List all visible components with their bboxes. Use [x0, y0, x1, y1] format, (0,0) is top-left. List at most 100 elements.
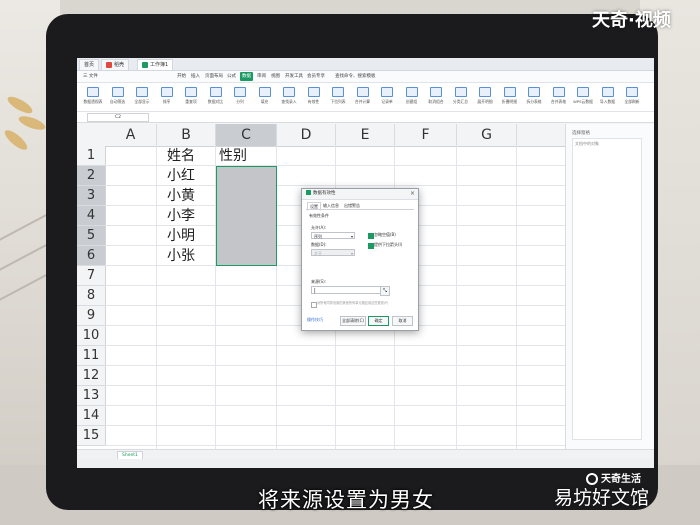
row-header[interactable]: 15	[77, 426, 106, 446]
ribbon-button[interactable]: 填充	[253, 86, 277, 108]
ribbon-button[interactable]: WPS云数据	[571, 86, 595, 108]
ribbon-button[interactable]: 拆分表格	[522, 86, 546, 108]
cell-c1[interactable]: 性别	[219, 146, 247, 166]
ribbon-tab-home[interactable]: 开始	[177, 72, 186, 81]
row-header[interactable]: 7	[77, 266, 106, 286]
ribbon-tab-insert[interactable]: 插入	[191, 72, 200, 81]
ribbon-button[interactable]: 展开明细	[473, 86, 497, 108]
cell-name[interactable]: 小红	[167, 166, 195, 186]
ribbon-button[interactable]: 导入数据	[596, 86, 620, 108]
ribbon-button[interactable]: 下拉列表	[326, 86, 350, 108]
ribbon-tab-formula[interactable]: 公式	[227, 72, 236, 81]
ribbon-tab-file[interactable]: 三 文件	[83, 72, 98, 81]
ribbon-button-icon	[601, 87, 614, 97]
tab-docer[interactable]: 稻壳	[101, 59, 130, 70]
ribbon-button[interactable]: 取消组合	[424, 86, 448, 108]
column-header-f[interactable]: F	[395, 124, 457, 147]
ribbon-button-icon	[503, 87, 516, 97]
tab-input-message[interactable]: 输入信息	[321, 202, 341, 209]
column-header-a[interactable]: A	[105, 124, 157, 147]
column-header-e[interactable]: E	[336, 124, 395, 147]
source-input[interactable]: |	[311, 286, 381, 294]
row-header[interactable]: 4	[77, 206, 106, 226]
ribbon-button-icon	[209, 87, 222, 97]
ok-button[interactable]: 确定	[368, 316, 389, 326]
ribbon-button[interactable]: 合并计算	[351, 86, 375, 108]
ribbon-button[interactable]: 分列	[228, 86, 252, 108]
tab-error-alert[interactable]: 出错警告	[342, 202, 362, 209]
column-header-c[interactable]: C	[216, 124, 277, 147]
row-header[interactable]: 11	[77, 346, 106, 366]
ribbon-button-label: 填充	[260, 99, 269, 104]
ribbon-button-icon	[356, 87, 369, 97]
ribbon-button-label: 数据透视表	[83, 99, 103, 104]
ribbon-button[interactable]: 全部刷新	[620, 86, 644, 108]
row-header[interactable]: 10	[77, 326, 106, 346]
range-picker-icon[interactable]: ⤡	[380, 286, 390, 296]
document-tab-strip: 首页 稻壳 工作簿1	[77, 58, 654, 71]
ribbon-button[interactable]: 自动筛选	[106, 86, 130, 108]
docer-icon	[106, 61, 112, 68]
row-header[interactable]: 12	[77, 366, 106, 386]
column-header-b[interactable]: B	[157, 124, 216, 147]
tab-divider	[306, 209, 414, 210]
cell-name[interactable]: 小李	[167, 206, 195, 226]
cell-name[interactable]: 小黄	[167, 186, 195, 206]
row-header[interactable]: 6	[77, 246, 106, 266]
ribbon-button[interactable]: 查找录入	[277, 86, 301, 108]
ribbon-button[interactable]: 有效性	[302, 86, 326, 108]
cancel-button[interactable]: 取消	[392, 316, 413, 326]
ribbon-button-label: 全部刷新	[624, 99, 640, 104]
ribbon-button[interactable]: 记录单	[375, 86, 399, 108]
ribbon-button-label: 拆分表格	[526, 99, 542, 104]
row-header[interactable]: 8	[77, 286, 106, 306]
row-header[interactable]: 1	[77, 146, 106, 166]
tab-home[interactable]: 首页	[79, 59, 100, 70]
ribbon-tab-review[interactable]: 审阅	[257, 72, 266, 81]
ribbon-button-label: WPS云数据	[573, 99, 593, 104]
allow-select[interactable]: 序列 ▾	[311, 232, 355, 239]
name-box[interactable]: C2	[87, 113, 149, 122]
row-header[interactable]: 9	[77, 306, 106, 326]
ribbon-button[interactable]: 分类汇总	[449, 86, 473, 108]
command-search[interactable]: 查找命令、搜索模板	[335, 72, 376, 81]
ribbon-button[interactable]: 数据透视表	[81, 86, 105, 108]
ribbon-button[interactable]: 折叠明细	[498, 86, 522, 108]
ribbon-button-icon	[136, 87, 148, 97]
row-header[interactable]: 2	[77, 166, 106, 186]
close-icon[interactable]: ×	[410, 189, 415, 199]
cell-b1[interactable]: 姓名	[167, 146, 195, 166]
ribbon-toolbar: 数据透视表 自动筛选 全部显示 排序 重复项 数据对比 分列 填充 查找录入 有效性 下拉列表 合并计…	[77, 83, 654, 112]
ribbon-tab-member[interactable]: 会员专享	[307, 72, 325, 81]
ribbon-tab-layout[interactable]: 页面布局	[205, 72, 223, 81]
tips-link[interactable]: 操作技巧	[307, 317, 323, 323]
row-header[interactable]: 13	[77, 386, 106, 406]
ribbon-button-label: 导入数据	[599, 99, 616, 104]
ribbon-button[interactable]: 创建组	[400, 86, 424, 108]
ribbon-button-icon	[405, 87, 418, 97]
row-header[interactable]: 5	[77, 226, 106, 246]
chevron-down-icon: ▾	[350, 234, 353, 239]
ribbon-tab-data[interactable]: 数据	[240, 72, 253, 81]
select-all-corner[interactable]	[77, 124, 106, 147]
ribbon-tab-view[interactable]: 视图	[271, 72, 280, 81]
ribbon-button[interactable]: 数据对比	[204, 86, 228, 108]
column-header-d[interactable]: D	[277, 124, 336, 147]
clear-all-button[interactable]: 全部清除(C)	[340, 316, 366, 326]
cell-name[interactable]: 小张	[167, 246, 195, 266]
ribbon-button-icon	[430, 87, 442, 97]
tab-label: 首页	[84, 62, 95, 68]
ribbon-button[interactable]: 全部显示	[130, 86, 154, 108]
ribbon-button-label: 重复项	[185, 99, 197, 104]
ribbon-tab-developer[interactable]: 开发工具	[285, 72, 303, 81]
ribbon-button[interactable]: 排序	[155, 86, 179, 108]
ribbon-button[interactable]: 合并表格	[547, 86, 571, 108]
tab-workbook[interactable]: 工作簿1	[137, 59, 174, 70]
ribbon-button[interactable]: 重复项	[179, 86, 203, 108]
column-header-g[interactable]: G	[457, 124, 517, 147]
row-header[interactable]: 3	[77, 186, 106, 206]
ribbon-button-icon	[87, 87, 99, 97]
selected-range[interactable]	[216, 166, 277, 266]
cell-name[interactable]: 小明	[167, 226, 195, 246]
row-header[interactable]: 14	[77, 406, 106, 426]
